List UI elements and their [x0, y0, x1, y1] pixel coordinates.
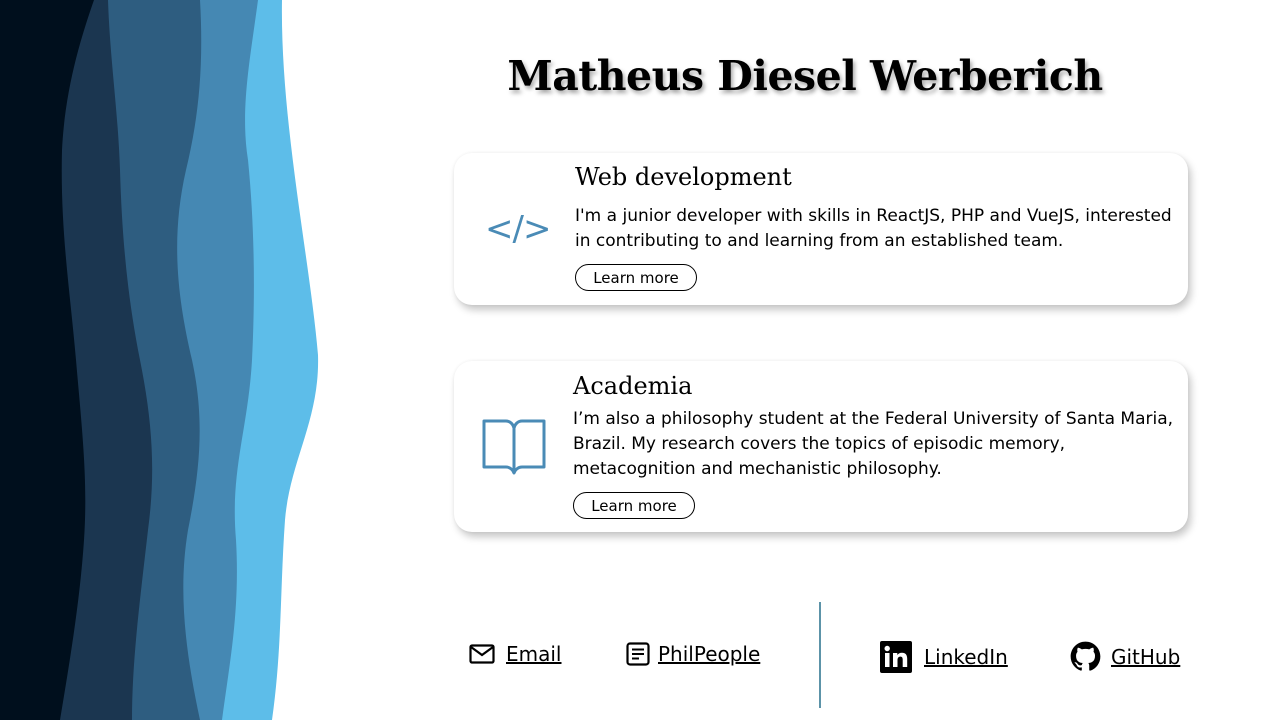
philpeople-link[interactable]: PhilPeople	[626, 642, 760, 666]
philpeople-link-label: PhilPeople	[658, 642, 761, 666]
web-development-learn-more-button[interactable]: Learn more	[575, 264, 697, 291]
web-development-card: </> Web development I'm a junior develop…	[454, 153, 1188, 305]
open-book-icon	[482, 415, 546, 481]
linkedin-link-label: LinkedIn	[924, 645, 1008, 669]
links-divider	[819, 602, 821, 708]
mail-icon	[469, 643, 495, 665]
linkedin-icon	[880, 641, 912, 673]
web-development-title: Web development	[575, 163, 792, 191]
web-development-description: I'm a junior developer with skills in Re…	[575, 206, 1172, 251]
github-icon	[1070, 641, 1101, 672]
decorative-wave-background	[0, 0, 319, 720]
github-link[interactable]: GitHub	[1070, 641, 1180, 672]
email-link-label: Email	[506, 642, 562, 666]
email-link[interactable]: Email	[469, 642, 562, 666]
academia-learn-more-button[interactable]: Learn more	[573, 492, 695, 519]
academia-description: I’m also a philosophy student at the Fed…	[573, 409, 1174, 479]
academia-title: Academia	[573, 372, 693, 400]
linkedin-link[interactable]: LinkedIn	[880, 641, 1008, 673]
github-link-label: GitHub	[1111, 644, 1181, 669]
academia-card: Academia I’m also a philosophy student a…	[454, 361, 1188, 532]
document-icon	[626, 642, 650, 666]
page-title: Matheus Diesel Werberich	[507, 52, 1103, 100]
code-icon: </>	[485, 209, 551, 249]
